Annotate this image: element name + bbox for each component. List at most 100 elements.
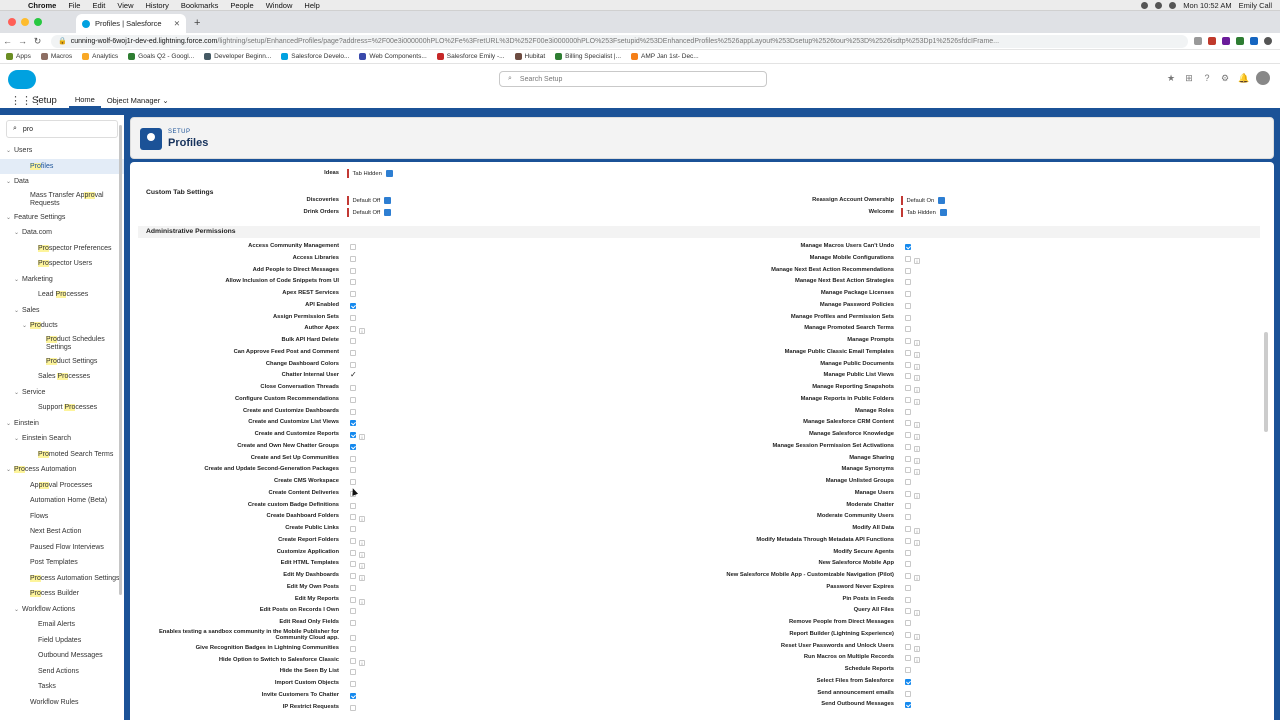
sidebar-item-workflow-rules[interactable]: Workflow Rules	[0, 695, 124, 711]
permission-checkbox[interactable]	[905, 573, 911, 579]
bookmark-salesforce-develo[interactable]: Salesforce Develo...	[281, 53, 349, 60]
wifi-icon[interactable]	[1141, 1, 1149, 9]
tab-visibility-picklist[interactable]: Tab Hidden	[347, 169, 393, 178]
permission-checkbox[interactable]	[350, 255, 356, 262]
add-icon[interactable]: ⊞	[1184, 73, 1194, 83]
permission-checkbox[interactable]	[905, 349, 911, 356]
permission-checkbox[interactable]	[905, 432, 911, 438]
info-icon[interactable]: i	[914, 575, 920, 581]
permission-checkbox[interactable]	[350, 645, 356, 652]
permission-checkbox[interactable]	[350, 396, 356, 403]
permission-checkbox[interactable]	[905, 455, 911, 462]
info-icon[interactable]: i	[359, 516, 365, 523]
info-icon[interactable]: i	[914, 351, 920, 358]
permission-checkbox[interactable]	[350, 584, 356, 591]
info-icon[interactable]: i	[914, 657, 920, 664]
permission-checkbox[interactable]	[350, 408, 356, 415]
permission-checkbox[interactable]	[905, 620, 911, 626]
sidebar-item-support-processes[interactable]: Support Processes	[0, 400, 124, 416]
permission-checkbox[interactable]	[350, 692, 356, 699]
info-icon[interactable]: i	[359, 434, 365, 440]
info-icon[interactable]: i	[914, 633, 920, 640]
permission-checkbox[interactable]	[350, 349, 356, 356]
info-icon[interactable]: i	[914, 398, 920, 405]
sidebar-item-post-templates[interactable]: Post Templates	[0, 555, 124, 571]
chevron-down-icon[interactable]: ⌄	[6, 178, 14, 185]
sidebar-item-approval-processes[interactable]: Approval Processes	[0, 478, 124, 494]
bookmark-salesforce-emily[interactable]: Salesforce Emily -...	[436, 53, 505, 60]
permission-checkbox[interactable]	[905, 490, 911, 497]
sidebar-item-process-automation-settings[interactable]: Process Automation Settings	[0, 571, 124, 587]
info-icon[interactable]: i	[914, 340, 920, 346]
permission-checkbox[interactable]	[350, 420, 356, 427]
permission-checkbox[interactable]	[350, 385, 356, 391]
chevron-down-icon[interactable]: ⌄	[6, 466, 14, 473]
chevron-down-icon[interactable]: ⌄	[6, 420, 14, 427]
permission-checkbox[interactable]	[350, 657, 356, 664]
permission-checkbox[interactable]	[905, 443, 911, 450]
info-icon[interactable]: i	[914, 492, 920, 499]
permission-checkbox[interactable]	[350, 326, 356, 333]
permission-checkbox[interactable]	[905, 385, 911, 391]
permission-checkbox[interactable]	[905, 549, 911, 556]
chevron-down-icon[interactable]: ⌄	[14, 276, 22, 283]
permission-checkbox[interactable]	[905, 408, 911, 415]
info-icon[interactable]: i	[359, 659, 365, 666]
bookmark-billing-specialist[interactable]: Billing Specialist |...	[555, 53, 621, 60]
permission-checkbox[interactable]	[350, 338, 356, 344]
chevron-down-icon[interactable]: ⌄	[14, 307, 22, 314]
permission-checkbox[interactable]	[905, 584, 911, 591]
permission-checkbox[interactable]	[350, 455, 356, 462]
info-icon[interactable]: i	[359, 328, 365, 335]
permission-checkbox[interactable]	[350, 608, 356, 615]
sidebar-item-users[interactable]: ⌄ Users	[0, 143, 124, 159]
salesforce-logo-icon[interactable]	[8, 70, 36, 89]
help-icon[interactable]: ?	[1202, 73, 1212, 83]
sidebar-item-einstein[interactable]: ⌄ Einstein	[0, 416, 124, 432]
sidebar-item-data[interactable]: ⌄ Data	[0, 174, 124, 190]
permission-checkbox[interactable]	[905, 467, 911, 474]
permission-checkbox[interactable]	[905, 255, 911, 262]
permission-checkbox[interactable]	[905, 326, 911, 333]
permission-checkbox[interactable]	[350, 634, 356, 641]
extension-icon[interactable]	[1250, 37, 1258, 45]
tab-visibility-picklist[interactable]: Default Off	[347, 208, 392, 217]
info-icon[interactable]: i	[914, 257, 920, 264]
chevron-down-icon[interactable]: ⌄	[162, 96, 168, 105]
tab-object-manager[interactable]: Object Manager ⌄	[101, 93, 175, 108]
menu-edit[interactable]: Edit	[86, 1, 111, 10]
permission-checkbox[interactable]	[350, 537, 356, 544]
permission-checkbox[interactable]	[905, 561, 911, 568]
sidebar-item-prospector-preferences[interactable]: Prospector Preferences	[0, 241, 124, 257]
avatar[interactable]	[1256, 71, 1270, 85]
permission-checkbox[interactable]	[905, 244, 911, 250]
permission-checkbox[interactable]	[350, 526, 356, 532]
permission-checkbox[interactable]	[350, 514, 356, 521]
permission-checkbox[interactable]	[350, 573, 356, 579]
forward-icon[interactable]: →	[15, 36, 30, 46]
permission-checkbox[interactable]	[350, 596, 356, 603]
permission-checkbox[interactable]	[905, 514, 911, 521]
app-launcher-icon[interactable]: ⋮⋮⋮	[10, 94, 43, 107]
permission-checkbox[interactable]	[905, 667, 911, 673]
menu-app[interactable]: Chrome	[22, 1, 62, 10]
permission-checkbox[interactable]	[905, 314, 911, 321]
bookmark-apps[interactable]: Apps	[6, 53, 31, 60]
permission-checkbox[interactable]	[905, 479, 911, 485]
permission-checkbox[interactable]	[350, 361, 356, 368]
sidebar-item-lead-processes[interactable]: Lead Processes	[0, 287, 124, 303]
permission-checkbox[interactable]	[350, 279, 356, 286]
bookmark-web-components[interactable]: Web Components...	[359, 53, 427, 60]
sidebar-item-feature-settings[interactable]: ⌄ Feature Settings	[0, 210, 124, 226]
info-icon[interactable]: i	[914, 457, 920, 464]
info-icon[interactable]: i	[359, 598, 365, 605]
permission-checkbox[interactable]	[350, 443, 356, 450]
bookmark-developer-beginn[interactable]: Developer Beginn...	[204, 53, 271, 60]
sidebar-scrollbar[interactable]	[119, 125, 122, 595]
permission-checkbox[interactable]	[905, 537, 911, 544]
permission-checkbox[interactable]	[905, 608, 911, 615]
menu-help[interactable]: Help	[298, 1, 325, 10]
sidebar-item-profiles[interactable]: Profiles	[0, 158, 124, 174]
bell-icon[interactable]: 🔔	[1238, 73, 1249, 83]
info-icon[interactable]: i	[914, 422, 920, 429]
